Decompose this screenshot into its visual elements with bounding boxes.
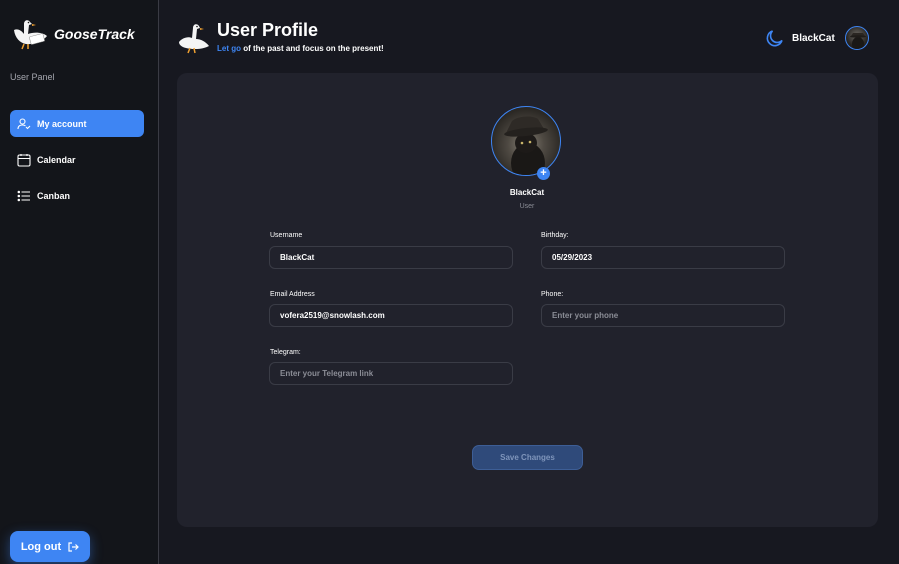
- sidebar-item-my-account[interactable]: My account: [10, 110, 144, 137]
- logout-button[interactable]: Log out: [10, 531, 90, 562]
- subtitle-text: of the past and focus on the present!: [241, 44, 384, 53]
- save-changes-button[interactable]: Save Changes: [472, 445, 583, 470]
- birthday-label: Birthday:: [541, 232, 569, 239]
- app-logo[interactable]: GooseTrack: [10, 18, 135, 50]
- moon-icon: [766, 30, 783, 47]
- sidebar-item-canban[interactable]: Canban: [10, 182, 144, 209]
- telegram-label: Telegram:: [270, 349, 301, 356]
- user-check-icon: [17, 117, 31, 131]
- birthday-input[interactable]: [541, 246, 785, 269]
- username-label: Username: [270, 232, 303, 239]
- sidebar: GooseTrack User Panel My account Calenda…: [0, 0, 159, 564]
- sidebar-item-label: Calendar: [37, 154, 76, 165]
- sidebar-item-label: My account: [37, 118, 87, 129]
- profile-role: User: [519, 203, 535, 210]
- header-avatar[interactable]: [845, 26, 869, 50]
- sidebar-item-label: Canban: [37, 190, 71, 201]
- email-input[interactable]: [269, 304, 513, 327]
- username-input[interactable]: [269, 246, 513, 269]
- theme-toggle-button[interactable]: [765, 28, 785, 53]
- profile-name: BlackCat: [509, 188, 545, 197]
- goose-mascot-icon: [176, 20, 212, 59]
- sidebar-nav: My account Calendar Canban: [10, 110, 144, 218]
- panel-label: User Panel: [10, 72, 55, 82]
- page-subtitle: Let go of the past and focus on the pres…: [217, 44, 384, 53]
- profile-avatar: [491, 106, 561, 176]
- sidebar-item-calendar[interactable]: Calendar: [10, 146, 144, 173]
- phone-input[interactable]: [541, 304, 785, 327]
- telegram-input[interactable]: [269, 362, 513, 385]
- logout-label: Log out: [20, 540, 62, 553]
- phone-label: Phone:: [541, 291, 564, 298]
- goose-logo-icon: [14, 20, 47, 50]
- add-avatar-button[interactable]: +: [537, 167, 550, 180]
- page-title: User Profile: [217, 20, 319, 40]
- subtitle-highlight: Let go: [217, 44, 241, 53]
- calendar-icon: [17, 153, 31, 167]
- header-username: BlackCat: [792, 33, 835, 44]
- email-label: Email Address: [270, 291, 315, 298]
- list-icon: [17, 189, 31, 203]
- logout-icon: [68, 541, 80, 552]
- app-name-part1: Goose: [54, 26, 98, 42]
- app-name-part2: Track: [97, 26, 135, 42]
